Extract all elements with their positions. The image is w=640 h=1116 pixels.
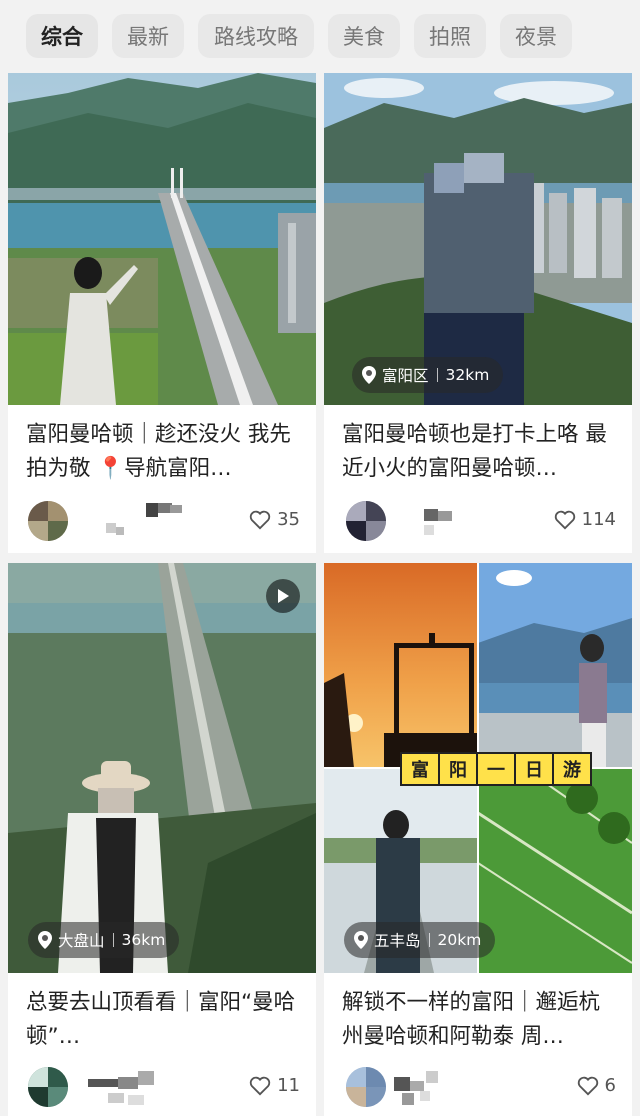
like-count[interactable]: 11 bbox=[249, 1075, 300, 1096]
note-card[interactable]: 富 阳 一 日 游 五丰岛 20km 解锁不一样的富阳｜邂逅杭州曼哈顿和阿勒泰 周… bbox=[324, 563, 632, 1116]
like-count-value: 35 bbox=[277, 509, 300, 530]
like-count-value: 11 bbox=[277, 1075, 300, 1096]
tab-night-view[interactable]: 夜景 bbox=[500, 14, 572, 58]
location-distance: 20km bbox=[437, 931, 482, 949]
like-count[interactable]: 35 bbox=[249, 509, 300, 530]
stamp-char: 富 bbox=[400, 752, 440, 786]
like-count[interactable]: 6 bbox=[577, 1075, 616, 1096]
note-card[interactable]: 富阳区 32km 富阳曼哈顿也是打卡上咯 最近小火的富阳曼哈顿… 114 bbox=[324, 73, 632, 553]
avatar[interactable] bbox=[346, 501, 386, 541]
tab-photo[interactable]: 拍照 bbox=[414, 14, 486, 58]
note-title[interactable]: 总要去山顶看看｜富阳“曼哈顿”… bbox=[26, 986, 302, 1054]
like-count[interactable]: 114 bbox=[554, 509, 616, 530]
heart-icon bbox=[554, 510, 575, 529]
like-count-value: 6 bbox=[604, 1075, 616, 1096]
location-pin-icon bbox=[38, 931, 52, 949]
note-title[interactable]: 解锁不一样的富阳｜邂逅杭州曼哈顿和阿勒泰 周… bbox=[342, 986, 618, 1054]
location-distance: 36km bbox=[121, 931, 166, 949]
cover-image[interactable] bbox=[8, 563, 316, 973]
avatar[interactable] bbox=[346, 1067, 386, 1107]
avatar[interactable] bbox=[28, 1067, 68, 1107]
author-name-blurred bbox=[424, 509, 452, 535]
category-tabs: 综合 最新 路线攻略 美食 拍照 夜景 bbox=[0, 0, 640, 72]
stamp-banner: 富 阳 一 日 游 bbox=[400, 752, 592, 786]
stamp-char: 一 bbox=[476, 752, 516, 786]
location-pin-icon bbox=[362, 366, 376, 384]
location-tag[interactable]: 大盘山 36km bbox=[28, 922, 180, 958]
location-tag[interactable]: 富阳区 32km bbox=[352, 357, 504, 393]
tab-latest[interactable]: 最新 bbox=[112, 14, 184, 58]
note-card[interactable]: 大盘山 36km 总要去山顶看看｜富阳“曼哈顿”… 11 bbox=[8, 563, 316, 1116]
tab-food[interactable]: 美食 bbox=[328, 14, 400, 58]
location-name: 大盘山 bbox=[58, 932, 105, 950]
location-pin-icon bbox=[354, 931, 368, 949]
stamp-char: 日 bbox=[514, 752, 554, 786]
author-name-blurred bbox=[88, 1071, 154, 1105]
author-name-blurred bbox=[394, 1071, 438, 1105]
tab-route-guide[interactable]: 路线攻略 bbox=[198, 14, 314, 58]
stamp-char: 阳 bbox=[438, 752, 478, 786]
location-distance: 32km bbox=[445, 366, 490, 384]
cover-image[interactable] bbox=[8, 73, 316, 405]
cover-image[interactable] bbox=[324, 73, 632, 405]
note-title[interactable]: 富阳曼哈顿也是打卡上咯 最近小火的富阳曼哈顿… bbox=[342, 418, 618, 486]
stamp-char: 游 bbox=[552, 752, 592, 786]
heart-icon bbox=[249, 1076, 271, 1095]
location-tag[interactable]: 五丰岛 20km bbox=[344, 922, 496, 958]
tab-comprehensive[interactable]: 综合 bbox=[26, 14, 98, 58]
note-title[interactable]: 富阳曼哈顿｜趁还没火 我先拍为敬 📍导航富阳… bbox=[26, 418, 302, 486]
avatar[interactable] bbox=[28, 501, 68, 541]
play-icon[interactable] bbox=[266, 579, 300, 613]
heart-icon bbox=[249, 510, 271, 529]
heart-icon bbox=[577, 1076, 598, 1095]
author-name-blurred bbox=[106, 503, 182, 535]
location-name: 五丰岛 bbox=[374, 932, 421, 950]
note-card[interactable]: 富阳曼哈顿｜趁还没火 我先拍为敬 📍导航富阳… 35 bbox=[8, 73, 316, 553]
location-name: 富阳区 bbox=[382, 367, 429, 385]
like-count-value: 114 bbox=[581, 509, 616, 530]
